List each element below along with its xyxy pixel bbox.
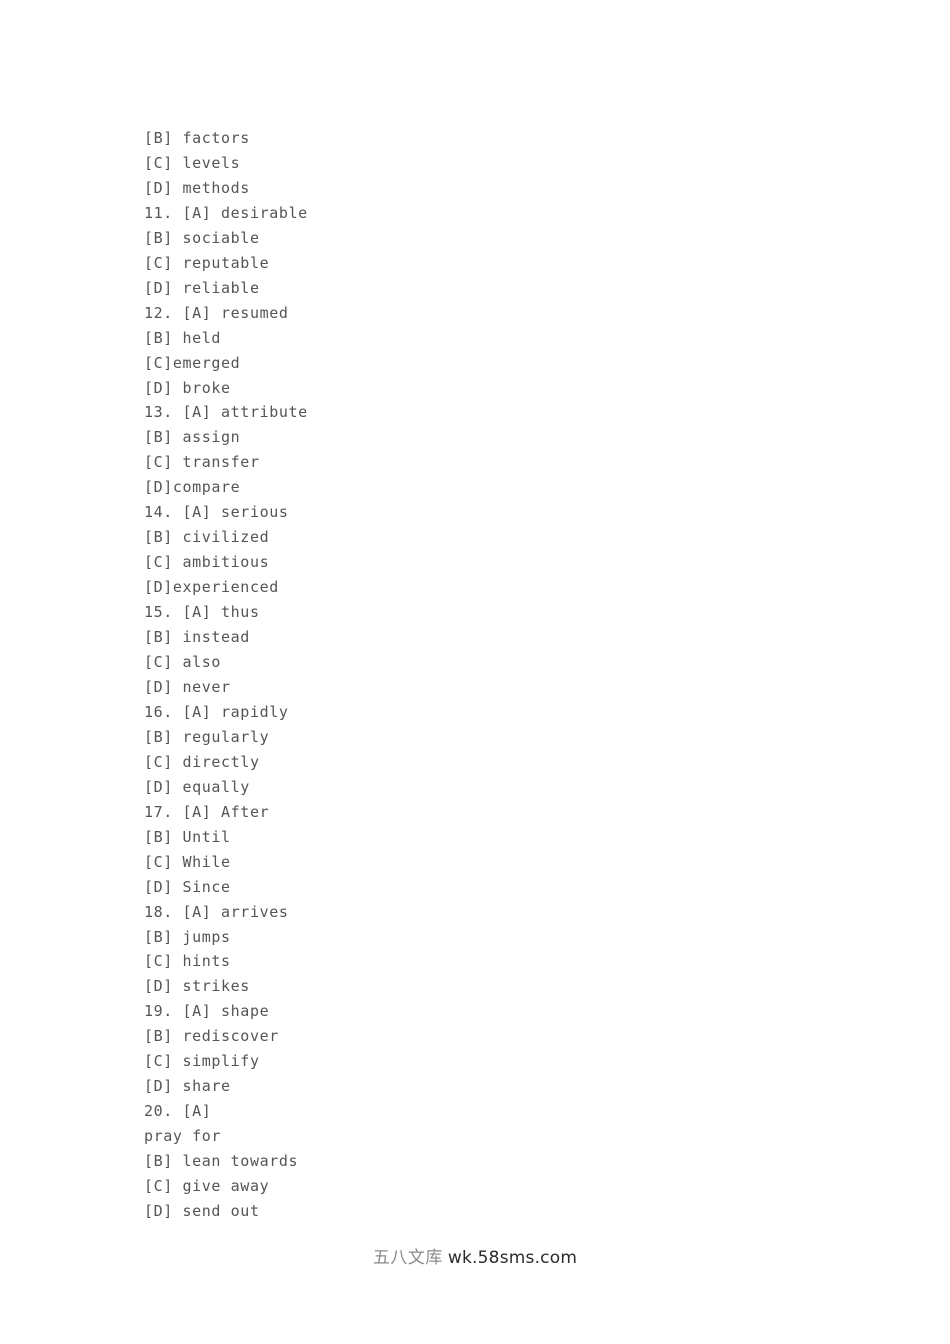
- option-line: [B] instead: [144, 628, 250, 647]
- option-line: 13. [A] attribute: [144, 403, 308, 422]
- option-line: [C]emerged: [144, 353, 241, 372]
- option-line: [D] never: [144, 677, 231, 696]
- option-line: 11. [A] desirable: [144, 203, 308, 222]
- option-line: [D]experienced: [144, 578, 279, 597]
- option-line: [B] rediscover: [144, 1027, 279, 1046]
- option-line: [C] also: [144, 653, 222, 672]
- watermark: 五八文库 wk.58sms.com: [0, 1243, 950, 1268]
- option-line: [C] simplify: [144, 1052, 260, 1071]
- option-line: 18. [A] arrives: [144, 902, 289, 921]
- option-line: [D] send out: [144, 1201, 260, 1220]
- option-line: 12. [A] resumed: [144, 303, 289, 322]
- option-line: pray for: [144, 1127, 222, 1146]
- option-line: [D] equally: [144, 777, 250, 796]
- option-line: 17. [A] After: [144, 802, 270, 821]
- option-line: [B] assign: [144, 428, 241, 447]
- option-line: 15. [A] thus: [144, 603, 260, 622]
- option-line: [C] While: [144, 852, 231, 871]
- watermark-chinese-label: 五八文库: [372, 1248, 443, 1268]
- answer-options-list: [B] factors [C] levels [D] methods 11. [A] …: [144, 126, 844, 1224]
- option-line: [C] levels: [144, 153, 241, 172]
- option-line: [C] give away: [144, 1177, 270, 1196]
- option-line: [D] reliable: [144, 278, 260, 297]
- option-line: [D]compare: [144, 478, 241, 497]
- option-line: 19. [A] shape: [144, 1002, 270, 1021]
- option-line: [C] transfer: [144, 453, 260, 472]
- option-line: 14. [A] serious: [144, 503, 289, 522]
- option-line: 20. [A]: [144, 1102, 212, 1121]
- option-line: [D] strikes: [144, 977, 250, 996]
- option-line: [D] methods: [144, 178, 250, 197]
- option-line: [D] Since: [144, 877, 231, 896]
- document-page: [B] factors [C] levels [D] methods 11. [A] …: [0, 0, 950, 1344]
- option-line: [B] sociable: [144, 228, 260, 247]
- watermark-url-label: wk.58sms.com: [447, 1248, 578, 1268]
- option-line: [B] jumps: [144, 927, 231, 946]
- option-line: [B] factors: [144, 129, 250, 147]
- option-line: [B] lean towards: [144, 1152, 299, 1171]
- option-line: 16. [A] rapidly: [144, 702, 289, 721]
- option-line: [B] civilized: [144, 528, 270, 547]
- option-line: [C] reputable: [144, 253, 270, 272]
- option-line: [B] Until: [144, 827, 231, 846]
- option-line: [C] hints: [144, 952, 231, 971]
- option-line: [D] broke: [144, 378, 231, 397]
- option-line: [B] held: [144, 328, 222, 347]
- option-line: [C] ambitious: [144, 553, 270, 572]
- option-line: [C] directly: [144, 752, 260, 771]
- option-line: [D] share: [144, 1077, 231, 1096]
- option-line: [B] regularly: [144, 727, 270, 746]
